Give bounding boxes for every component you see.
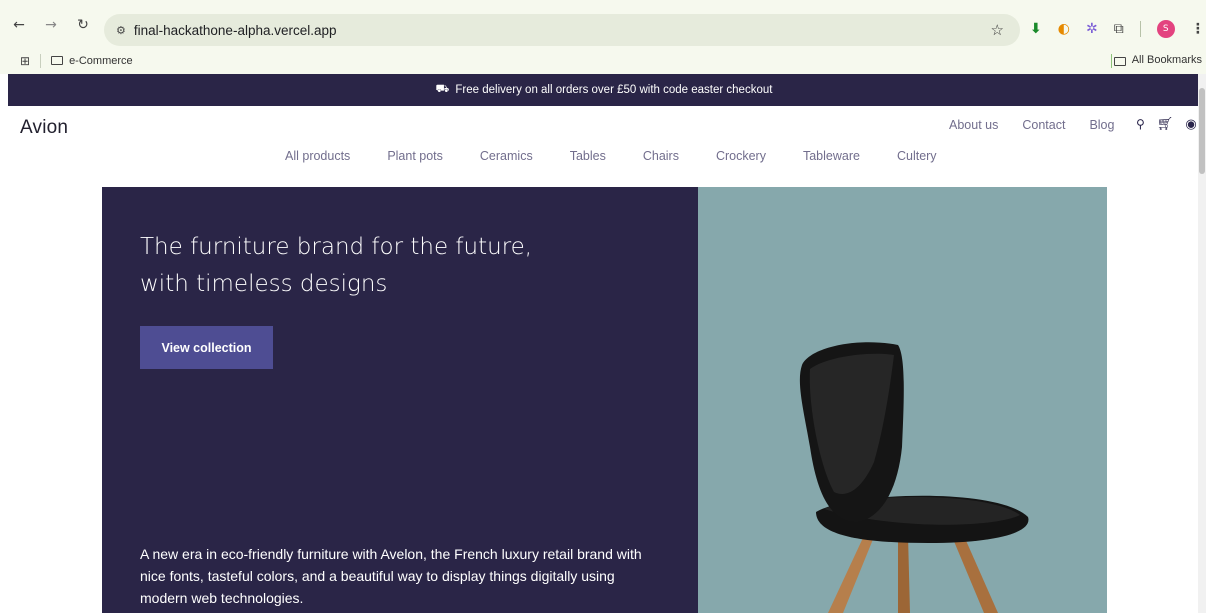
top-nav: About us Contact Blog: [949, 118, 1114, 132]
extension-icon[interactable]: ◐: [1058, 21, 1070, 37]
toolbar-divider: [1139, 21, 1141, 37]
hero-text-panel: The furniture brand for the future, with…: [102, 187, 698, 613]
category-crockery[interactable]: Crockery: [716, 149, 766, 163]
header-icons: ⚲ 🛒︎ ◉: [1136, 117, 1197, 132]
category-plant-pots[interactable]: Plant pots: [387, 149, 443, 163]
all-bookmarks-label: All Bookmarks: [1131, 54, 1202, 66]
url-text[interactable]: final-hackathone-alpha.vercel.app: [134, 23, 337, 38]
category-all-products[interactable]: All products: [285, 149, 350, 163]
site-settings-icon[interactable]: ⚙: [116, 24, 126, 37]
profile-avatar[interactable]: S: [1156, 20, 1175, 38]
browser-toolbar: ← → ↻ ⚙ final-hackathone-alpha.vercel.ap…: [0, 0, 1206, 48]
bookmarks-divider: [40, 54, 42, 68]
hero-image-panel: [698, 187, 1107, 613]
nav-link-about[interactable]: About us: [949, 118, 998, 132]
star-icon[interactable]: ☆: [991, 21, 1004, 39]
hero-description: A new era in eco-friendly furniture with…: [140, 546, 642, 606]
nav-link-contact[interactable]: Contact: [1022, 118, 1065, 132]
all-bookmarks-button[interactable]: All Bookmarks: [1113, 54, 1202, 66]
browser-nav-buttons: ← → ↻: [10, 17, 92, 33]
category-nav: All products Plant pots Ceramics Tables …: [285, 149, 937, 163]
puzzle-icon[interactable]: ⧉: [1114, 21, 1124, 37]
site-logo[interactable]: Avion: [20, 117, 68, 139]
hero-title: The furniture brand for the future, with…: [140, 234, 533, 297]
announcement-text: Free delivery on all orders over £50 wit…: [455, 84, 773, 96]
web-page: ⛟ Free delivery on all orders over £50 w…: [0, 74, 1206, 613]
category-ceramics[interactable]: Ceramics: [480, 149, 533, 163]
nav-link-blog[interactable]: Blog: [1089, 118, 1114, 132]
forward-arrow-icon[interactable]: →: [42, 17, 60, 33]
reload-icon[interactable]: ↻: [74, 17, 92, 33]
apps-grid-icon[interactable]: ⊞: [20, 54, 30, 68]
back-arrow-icon[interactable]: ←: [10, 17, 28, 33]
user-icon[interactable]: ◉: [1185, 117, 1196, 132]
download-extension-icon[interactable]: ⬇: [1030, 21, 1042, 37]
bookmark-label: e-Commerce: [69, 55, 133, 67]
search-icon[interactable]: ⚲: [1136, 117, 1145, 132]
category-cultery[interactable]: Cultery: [897, 149, 937, 163]
bookmarks-bar: ⊞ e-Commerce All Bookmarks: [0, 48, 1206, 74]
extensions-area: ⬇ ◐ ✲ ⧉ S ⋮: [1030, 20, 1205, 38]
address-bar[interactable]: ⚙ final-hackathone-alpha.vercel.app ☆: [104, 14, 1020, 46]
scrollbar-thumb[interactable]: [1199, 88, 1205, 174]
cart-icon[interactable]: 🛒︎: [1157, 117, 1174, 132]
announcement-bar: ⛟ Free delivery on all orders over £50 w…: [8, 74, 1200, 106]
kebab-menu-icon[interactable]: ⋮: [1191, 21, 1205, 37]
category-chairs[interactable]: Chairs: [643, 149, 679, 163]
extension-gear-icon[interactable]: ✲: [1086, 21, 1098, 37]
folder-icon: [1113, 56, 1126, 66]
delivery-truck-icon: ⛟: [435, 83, 450, 95]
category-tables[interactable]: Tables: [570, 149, 606, 163]
bookmark-folder-ecommerce[interactable]: e-Commerce: [51, 55, 133, 67]
folder-icon: [51, 56, 64, 65]
category-tableware[interactable]: Tableware: [803, 149, 860, 163]
view-collection-button[interactable]: View collection: [140, 326, 273, 369]
all-bookmarks-divider: [1111, 54, 1112, 68]
chair-image: [799, 342, 1029, 613]
